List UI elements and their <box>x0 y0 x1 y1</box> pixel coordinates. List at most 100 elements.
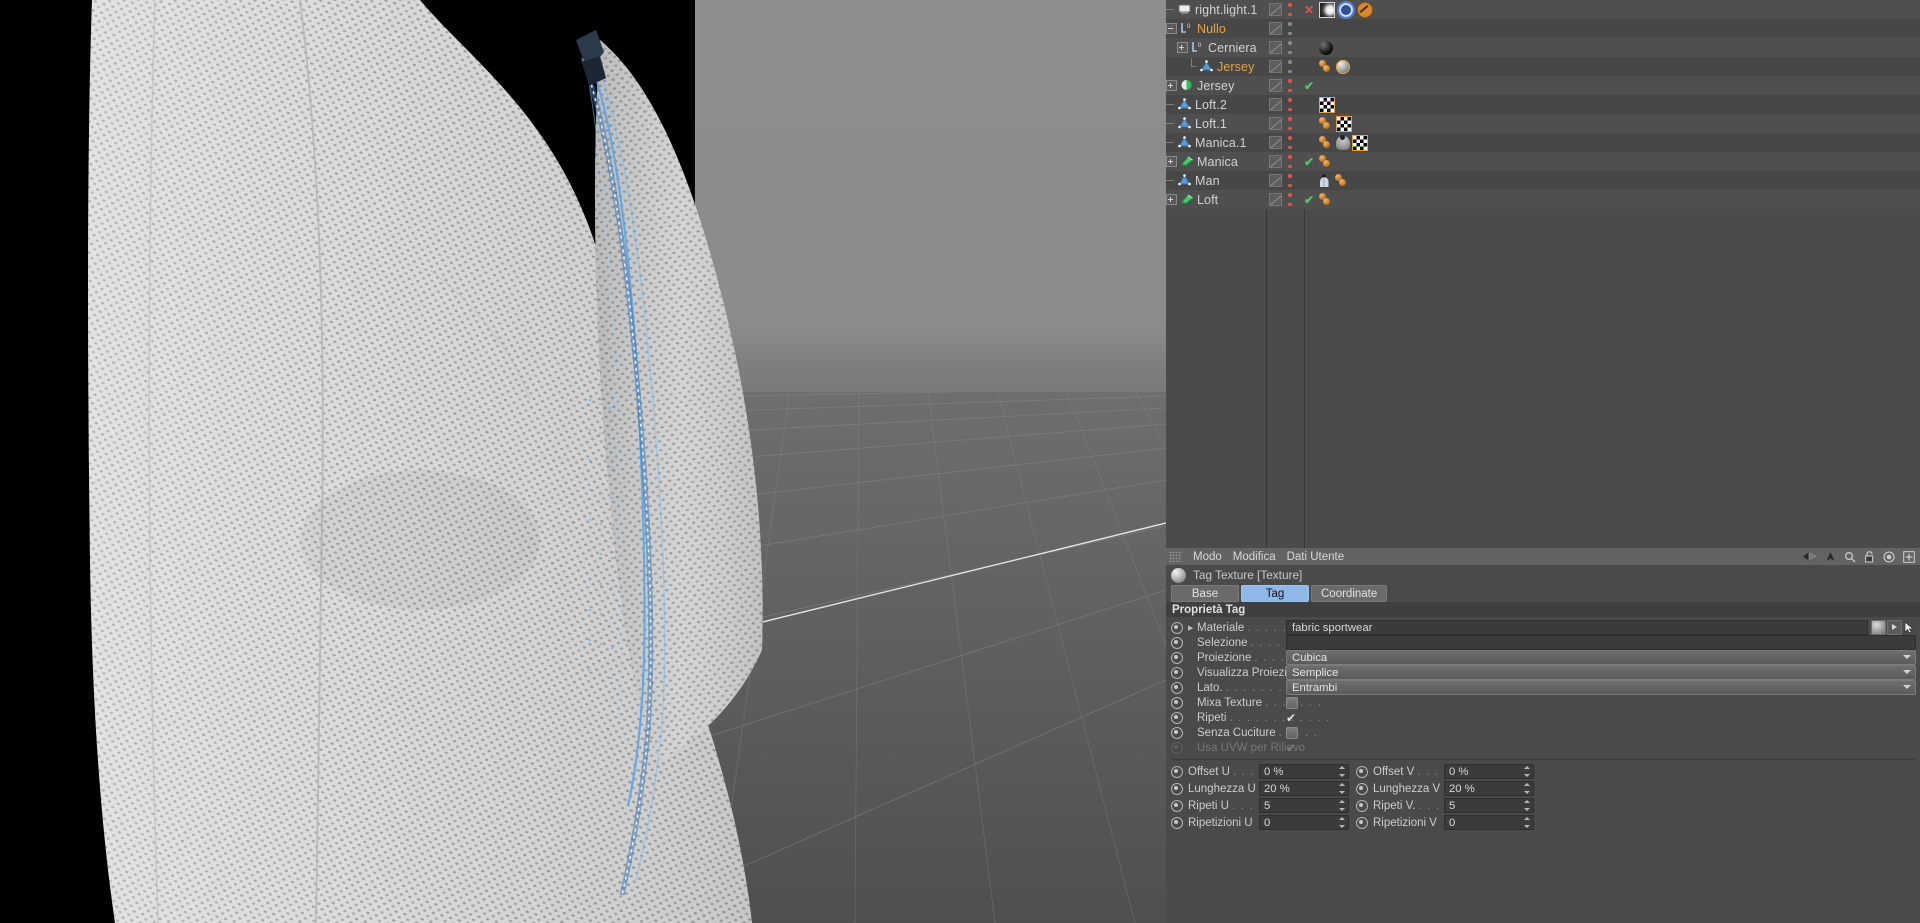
property-text-field[interactable] <box>1286 635 1916 650</box>
visibility-toggle-icon[interactable] <box>1269 193 1282 206</box>
numeric-animate-dot[interactable] <box>1171 765 1183 778</box>
object-row-man[interactable]: Man <box>1166 171 1920 190</box>
expander-expand[interactable] <box>1177 42 1188 53</box>
object-tags-cell[interactable] <box>1316 76 1920 95</box>
editor-visibility-dot[interactable] <box>1288 22 1292 26</box>
numeric-input[interactable]: 20 % <box>1444 781 1534 796</box>
target-tag-icon[interactable] <box>1337 0 1355 19</box>
visibility-dots[interactable] <box>1288 60 1292 73</box>
render-visibility-dot[interactable] <box>1288 31 1292 35</box>
object-visibility-cell[interactable] <box>1266 171 1304 190</box>
numeric-stepper[interactable] <box>1339 800 1345 811</box>
property-animate-dot[interactable] <box>1171 681 1183 694</box>
visibility-toggle-icon[interactable] <box>1269 174 1282 187</box>
object-tags-cell[interactable] <box>1316 171 1920 190</box>
numeric-input[interactable]: 5 <box>1444 798 1534 813</box>
editor-visibility-dot[interactable] <box>1288 41 1292 45</box>
object-visibility-cell[interactable] <box>1266 133 1304 152</box>
render-visibility-dot[interactable] <box>1288 12 1292 16</box>
numeric-stepper[interactable] <box>1339 817 1345 828</box>
property-checkbox[interactable] <box>1286 726 1298 739</box>
numeric-animate-dot[interactable] <box>1356 765 1368 778</box>
editor-visibility-dot[interactable] <box>1288 98 1292 102</box>
object-row-cerniera[interactable]: 0 Cerniera <box>1166 38 1920 57</box>
property-animate-dot[interactable] <box>1171 651 1183 664</box>
visibility-toggle-icon[interactable] <box>1269 60 1282 73</box>
point-tag-icon[interactable] <box>1319 59 1334 74</box>
property-animate-dot[interactable] <box>1171 696 1183 709</box>
object-visibility-cell[interactable] <box>1266 76 1304 95</box>
object-state-cell[interactable]: ✔ <box>1304 156 1316 168</box>
editor-visibility-dot[interactable] <box>1288 136 1292 140</box>
point-tag-icon[interactable] <box>1319 192 1334 207</box>
texture-tag-icon[interactable] <box>1319 96 1335 113</box>
perspective-viewport[interactable] <box>0 0 1166 923</box>
expander-expand[interactable] <box>1166 80 1177 91</box>
visibility-toggle-icon[interactable] <box>1269 155 1282 168</box>
object-state-cell[interactable]: ✔ <box>1304 194 1316 206</box>
property-animate-dot[interactable] <box>1171 711 1183 724</box>
vertexmap-tag-icon[interactable] <box>1336 134 1350 150</box>
render-visibility-dot[interactable] <box>1288 202 1292 206</box>
visibility-dots[interactable] <box>1288 3 1292 16</box>
numeric-animate-dot[interactable] <box>1171 799 1183 812</box>
numeric-stepper[interactable] <box>1524 800 1530 811</box>
target-icon[interactable] <box>1883 550 1895 563</box>
object-row-right-light-1[interactable]: right.light.1 ✕ <box>1166 0 1920 19</box>
object-name-cell[interactable]: 0 Cerniera <box>1166 38 1266 57</box>
property-animate-dot[interactable] <box>1171 741 1183 754</box>
enabled-check-icon[interactable]: ✔ <box>1304 193 1314 207</box>
visibility-toggle-icon[interactable] <box>1269 41 1282 54</box>
disabled-x-icon[interactable]: ✕ <box>1304 3 1314 17</box>
material-tag-icon[interactable] <box>1319 40 1333 55</box>
lock-icon[interactable] <box>1864 550 1875 563</box>
property-dropdown[interactable]: Semplice <box>1286 665 1916 680</box>
numeric-input[interactable]: 20 % <box>1259 781 1349 796</box>
object-visibility-cell[interactable] <box>1266 0 1304 19</box>
visibility-dots[interactable] <box>1288 41 1292 54</box>
object-tags-cell[interactable] <box>1316 0 1920 19</box>
visibility-toggle-icon[interactable] <box>1269 136 1282 149</box>
visibility-dots[interactable] <box>1288 136 1292 149</box>
object-tags-cell[interactable] <box>1316 133 1920 152</box>
attribute-manager[interactable]: Modo Modifica Dati Utente Tag Texture [T… <box>1166 548 1920 923</box>
property-dropdown[interactable]: Entrambi <box>1286 680 1916 695</box>
object-row-manica-1[interactable]: Manica.1 <box>1166 133 1920 152</box>
menu-modifica[interactable]: Modifica <box>1233 551 1276 563</box>
editor-visibility-dot[interactable] <box>1288 155 1292 159</box>
object-visibility-cell[interactable] <box>1266 38 1304 57</box>
numeric-stepper[interactable] <box>1339 766 1345 777</box>
add-panel-icon[interactable] <box>1903 550 1915 563</box>
visibility-dots[interactable] <box>1288 79 1292 92</box>
point-tag-icon[interactable] <box>1319 135 1334 150</box>
editor-visibility-dot[interactable] <box>1288 3 1292 7</box>
visibility-toggle-icon[interactable] <box>1269 98 1282 111</box>
up-arrow-icon[interactable] <box>1825 551 1836 562</box>
expander-expand[interactable] <box>1166 194 1177 205</box>
render-visibility-dot[interactable] <box>1288 183 1292 187</box>
numeric-animate-dot[interactable] <box>1356 816 1368 829</box>
numeric-input[interactable]: 0 % <box>1444 764 1534 779</box>
point-tag-icon[interactable] <box>1335 173 1350 188</box>
editor-visibility-dot[interactable] <box>1288 117 1292 121</box>
property-animate-dot[interactable] <box>1171 636 1183 649</box>
visibility-toggle-icon[interactable] <box>1269 22 1282 35</box>
tab-tag[interactable]: Tag <box>1241 585 1309 602</box>
object-tags-cell[interactable] <box>1316 190 1920 209</box>
render-visibility-dot[interactable] <box>1288 50 1292 54</box>
light-tag-icon[interactable] <box>1319 1 1335 18</box>
texture-tag-icon[interactable] <box>1352 134 1368 151</box>
editor-visibility-dot[interactable] <box>1288 174 1292 178</box>
texture-tag-icon[interactable] <box>1336 115 1352 132</box>
visibility-dots[interactable] <box>1288 174 1292 187</box>
object-row-loft-1[interactable]: Loft.1 <box>1166 114 1920 133</box>
property-animate-dot[interactable] <box>1171 621 1183 634</box>
object-visibility-cell[interactable] <box>1266 57 1304 76</box>
object-row-loft-2[interactable]: Loft.2 <box>1166 95 1920 114</box>
object-name-cell[interactable]: Loft <box>1166 190 1266 209</box>
material-preview-button[interactable] <box>1871 620 1886 635</box>
expander-collapse[interactable] <box>1166 23 1177 34</box>
search-icon[interactable] <box>1844 551 1856 563</box>
numeric-input[interactable]: 0 <box>1444 815 1534 830</box>
material-tag-icon-selected[interactable] <box>1336 59 1350 74</box>
